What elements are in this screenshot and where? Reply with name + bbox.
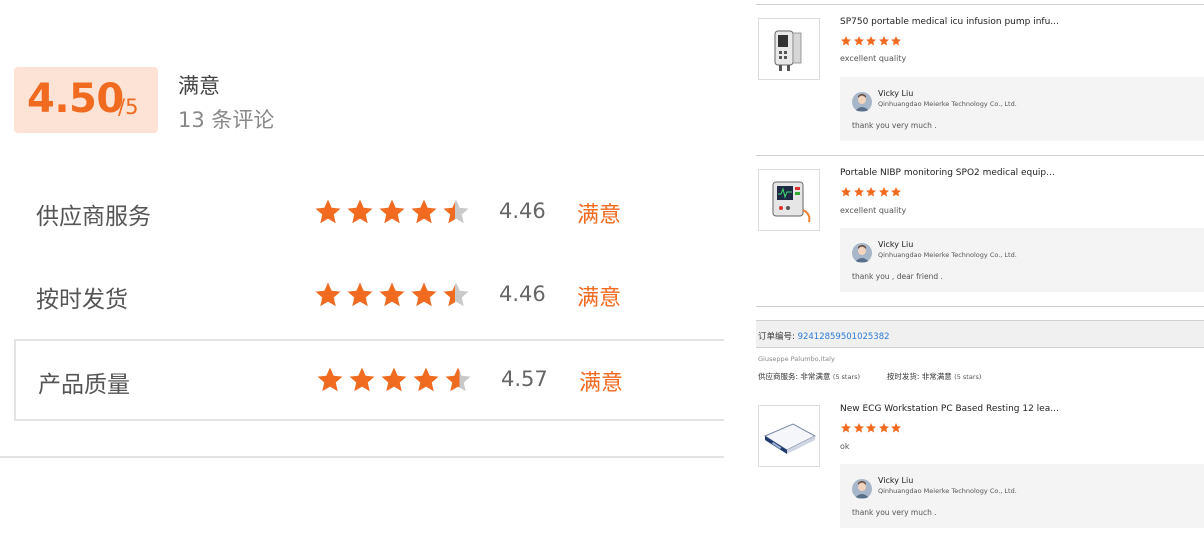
order-header: 订单编号: 92412859501025382 <box>756 320 1204 348</box>
star-icon <box>443 199 469 224</box>
rating-satisfaction: 满意 <box>577 203 622 228</box>
seller-name: Vicky Liu <box>878 89 914 98</box>
reply-text: thank you very much . <box>852 121 937 130</box>
supplier-service-stars: (5 stars) <box>832 373 861 381</box>
star-icon <box>866 187 876 197</box>
overall-satisfaction: 满意 <box>178 74 220 98</box>
divider <box>0 456 724 458</box>
overall-score: 4.50 <box>27 76 124 122</box>
star-icon <box>853 187 864 197</box>
star-icon <box>891 187 901 197</box>
star-icon <box>411 199 437 224</box>
rating-satisfaction: 满意 <box>579 371 624 396</box>
review-count: 13 条评论 <box>178 108 275 132</box>
star-icon <box>347 282 373 307</box>
star-icon <box>445 367 471 392</box>
star-icon <box>891 423 901 433</box>
star-icon <box>411 282 437 307</box>
star-icon <box>379 282 405 307</box>
rating-row-product-quality[interactable]: 产品质量 4.57 满意 <box>14 339 724 421</box>
star-icon <box>347 199 373 224</box>
star-icon <box>841 423 851 433</box>
star-icon <box>379 199 405 224</box>
rating-satisfaction: 满意 <box>577 286 622 311</box>
review-comment: ok <box>840 442 850 451</box>
reviews-panel: SP750 portable medical icu infusion pump… <box>756 0 1204 536</box>
order-label-text: 订单编号: <box>758 332 795 342</box>
product-title-link[interactable]: SP750 portable medical icu infusion pump… <box>840 17 1059 27</box>
star-icon <box>841 36 851 46</box>
rating-row-on-time-delivery[interactable]: 按时发货 4.46 满意 <box>14 256 724 338</box>
review-comment: excellent quality <box>840 54 907 63</box>
on-time-delivery-rating: 按时发货: 非常满意 <box>886 372 952 381</box>
seller-company: Qinhuangdao Meierke Technology Co., Ltd. <box>878 100 1017 108</box>
rating-name: 供应商服务 <box>36 204 151 230</box>
star-icon <box>381 367 407 392</box>
overall-score-max: /5 <box>118 95 139 119</box>
infusion-pump-icon <box>774 30 802 71</box>
star-icon <box>866 423 876 433</box>
order-number-link[interactable]: 92412859501025382 <box>798 332 890 342</box>
avatar <box>852 243 872 263</box>
star-icon <box>891 36 901 46</box>
product-thumbnail[interactable] <box>758 405 820 467</box>
rating-value: 4.46 <box>499 199 546 223</box>
star-icon <box>315 282 341 307</box>
star-icon <box>866 36 876 46</box>
star-icon <box>853 423 864 433</box>
supplier-service-rating: 供应商服务: 非常满意 <box>758 372 831 381</box>
ecg-workstation-icon <box>763 423 817 454</box>
star-icon <box>315 199 341 224</box>
star-icon <box>878 36 889 46</box>
star-icon <box>413 367 439 392</box>
star-icon <box>841 187 851 197</box>
avatar <box>852 92 872 112</box>
on-time-delivery-stars: (5 stars) <box>954 373 982 381</box>
buyer-ratings: 供应商服务: 非常满意 (5 stars) 按时发货: 非常满意 (5 star… <box>758 371 981 382</box>
reply-text: thank you very much . <box>852 508 937 517</box>
product-title-link[interactable]: New ECG Workstation PC Based Resting 12 … <box>840 404 1059 414</box>
divider <box>756 306 1204 307</box>
rating-value: 4.46 <box>499 282 546 306</box>
seller-reply: Vicky Liu Qinhuangdao Meierke Technology… <box>840 228 1204 292</box>
seller-company: Qinhuangdao Meierke Technology Co., Ltd. <box>878 251 1017 259</box>
review-stars <box>840 35 903 47</box>
rating-row-supplier-service[interactable]: 供应商服务 4.46 满意 <box>14 173 724 255</box>
star-icon <box>853 36 864 46</box>
star-icon <box>878 423 889 433</box>
rating-name: 按时发货 <box>36 287 128 313</box>
order-number-label: 订单编号: 92412859501025382 <box>758 330 890 342</box>
seller-name: Vicky Liu <box>878 476 914 485</box>
buyer-name: Giuseppe Palumbo,Italy <box>758 355 835 363</box>
reply-text: thank you , dear friend . <box>852 272 943 281</box>
rating-summary-panel: 4.50 /5 满意 13 条评论 供应商服务 4.46 满意 按时发货 4.4… <box>0 0 724 536</box>
star-rating <box>312 280 472 310</box>
patient-monitor-icon <box>772 181 811 223</box>
star-icon <box>443 282 469 307</box>
star-icon <box>317 367 343 392</box>
overall-score-badge: 4.50 /5 <box>14 67 158 133</box>
seller-reply: Vicky Liu Qinhuangdao Meierke Technology… <box>840 77 1204 141</box>
star-rating <box>312 197 472 227</box>
divider <box>756 155 1204 156</box>
seller-name: Vicky Liu <box>878 240 914 249</box>
seller-company: Qinhuangdao Meierke Technology Co., Ltd. <box>878 487 1017 495</box>
review-stars <box>840 186 903 198</box>
star-icon <box>349 367 375 392</box>
product-title-link[interactable]: Portable NIBP monitoring SPO2 medical eq… <box>840 168 1055 178</box>
product-thumbnail[interactable] <box>758 169 820 231</box>
review-stars <box>840 422 903 434</box>
seller-reply: Vicky Liu Qinhuangdao Meierke Technology… <box>840 464 1204 528</box>
avatar <box>852 479 872 499</box>
product-thumbnail[interactable] <box>758 18 820 80</box>
divider <box>756 4 1204 5</box>
star-rating <box>314 365 474 395</box>
rating-value: 4.57 <box>501 367 548 391</box>
rating-name: 产品质量 <box>38 372 130 398</box>
review-comment: excellent quality <box>840 206 907 215</box>
star-icon <box>878 187 889 197</box>
